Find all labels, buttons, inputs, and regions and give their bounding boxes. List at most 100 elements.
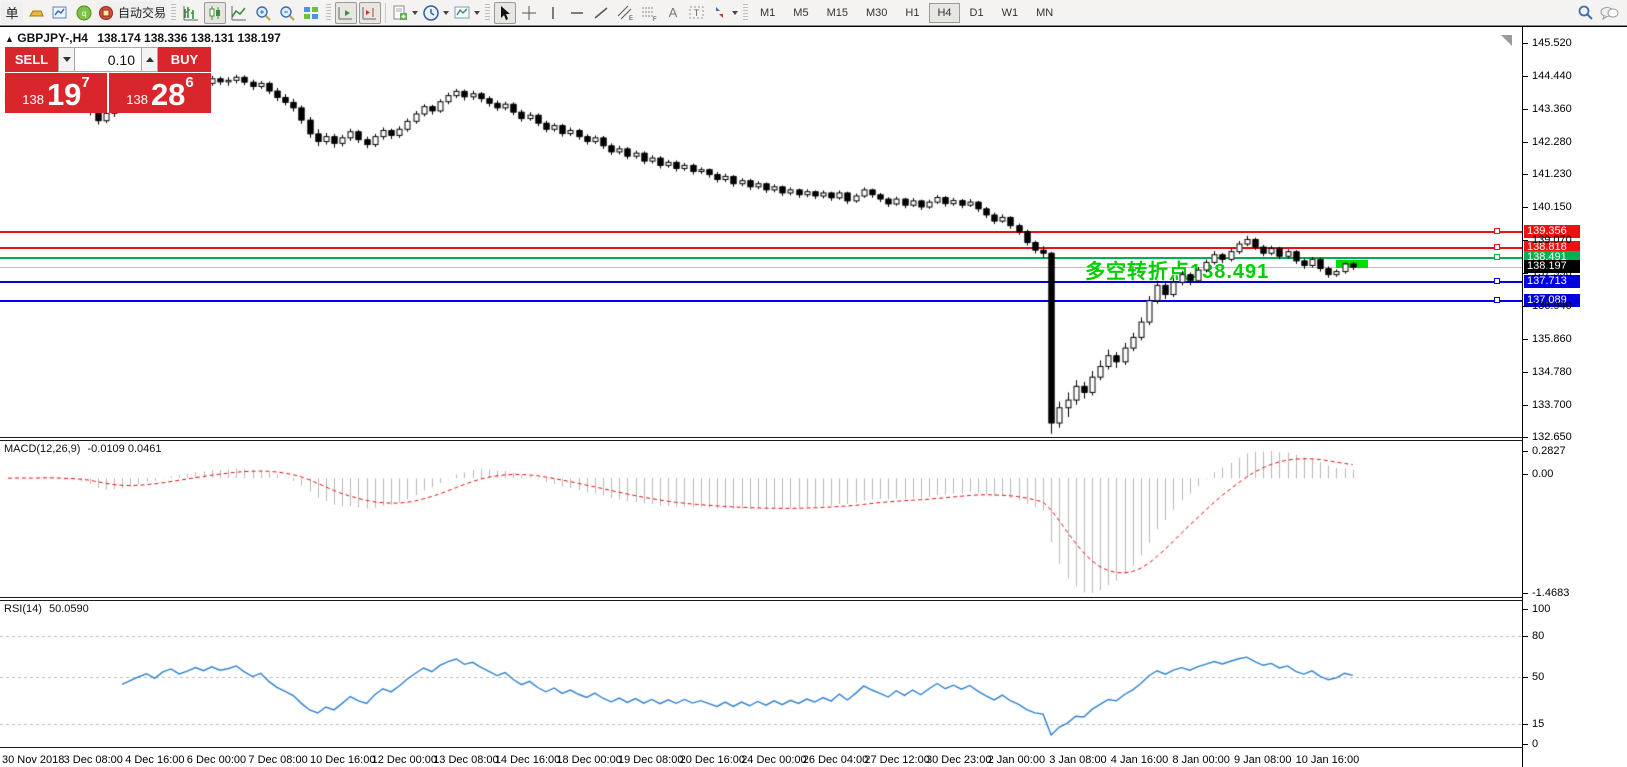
buy-button[interactable]: BUY xyxy=(158,47,211,72)
buy-price-prefix: 138 xyxy=(126,90,148,110)
volume-input[interactable] xyxy=(75,47,141,72)
quote-values: 138.174 138.336 138.131 138.197 xyxy=(97,31,281,45)
pane-splitter-rsi[interactable] xyxy=(0,597,1522,601)
price-tick-133.700-dash xyxy=(1523,405,1528,406)
price-tick-145.520: 145.520 xyxy=(1532,37,1572,49)
macd-tick-zero: 0.00 xyxy=(1532,468,1553,480)
new-order-button[interactable]: 单 xyxy=(1,2,23,24)
price-tick-140.150: 140.150 xyxy=(1532,201,1572,213)
down-triangle-icon xyxy=(63,57,71,62)
candlestick-chart-button[interactable] xyxy=(204,2,226,24)
price-axis[interactable]: 139.356138.818138.491138.197137.713137.0… xyxy=(1522,27,1627,767)
chart-shift-button[interactable] xyxy=(359,2,381,24)
price-tick-134.780-dash xyxy=(1523,372,1528,373)
chart-plot-area[interactable]: 多空转折点138.491 ▲ GBPJPY-,H4 138.174 138.33… xyxy=(0,27,1522,767)
macd-tick-zero-dash xyxy=(1523,474,1528,475)
vertical-line-tool-button[interactable] xyxy=(542,2,564,24)
auto-scroll-button[interactable] xyxy=(335,2,357,24)
sell-price-display[interactable]: 138 19 7 xyxy=(5,73,107,113)
equidistant-channel-tool-button[interactable]: E xyxy=(614,2,636,24)
new-chart-icon[interactable] xyxy=(49,2,71,24)
sell-price-sup: 7 xyxy=(81,77,89,89)
text-label-tool-button[interactable]: T xyxy=(686,2,708,24)
pane-splitter-macd[interactable] xyxy=(0,437,1522,441)
price-tick-141.230-dash xyxy=(1523,174,1528,175)
timeframe-button-m1[interactable]: M1 xyxy=(752,3,783,23)
price-tick-136.940-dash xyxy=(1523,306,1528,307)
autotrading-button[interactable]: 自动交易 xyxy=(97,2,167,24)
rsi-tick-80-dash xyxy=(1523,636,1528,637)
price-tick-133.700: 133.700 xyxy=(1532,399,1572,411)
arrows-tool-button[interactable] xyxy=(710,2,739,24)
crosshair-tool-button[interactable] xyxy=(518,2,540,24)
volume-up-button[interactable] xyxy=(141,47,158,72)
macd-tick-min-dash xyxy=(1523,593,1528,594)
time-axis[interactable]: 30 Nov 20183 Dec 08:004 Dec 16:006 Dec 0… xyxy=(0,747,1522,767)
gold-bar-icon[interactable] xyxy=(25,2,47,24)
cursor-tool-button[interactable] xyxy=(494,2,516,24)
arrows-dropdown-caret[interactable] xyxy=(732,11,738,15)
zoom-in-button[interactable] xyxy=(252,2,274,24)
chat-icon[interactable] xyxy=(1598,2,1620,24)
buy-price-display[interactable]: 138 28 6 xyxy=(109,73,211,113)
timeframe-group: M1M5M15M30H1H4D1W1MN xyxy=(751,3,1062,23)
periods-button[interactable] xyxy=(421,2,450,24)
indicators-dropdown-caret[interactable] xyxy=(412,11,418,15)
time-label-20: 9 Jan 08:00 xyxy=(1234,754,1292,766)
rsi-tick-50: 50 xyxy=(1532,671,1544,683)
one-click-trading-panel: SELL BUY 138 19 7 138 28 xyxy=(5,47,211,113)
svg-text:q: q xyxy=(82,9,86,18)
chart-window: 多空转折点138.491 ▲ GBPJPY-,H4 138.174 138.33… xyxy=(0,26,1627,767)
time-label-19: 8 Jan 00:00 xyxy=(1172,754,1230,766)
sell-button[interactable]: SELL xyxy=(5,47,58,72)
timeframe-button-h1[interactable]: H1 xyxy=(897,3,927,23)
sell-price-prefix: 138 xyxy=(22,90,44,110)
candlestick-chart-canvas[interactable] xyxy=(0,27,1522,767)
time-label-15: 30 Dec 23:00 xyxy=(926,754,991,766)
timeframe-button-m15[interactable]: M15 xyxy=(819,3,856,23)
templates-dropdown-caret[interactable] xyxy=(474,11,480,15)
time-label-18: 4 Jan 16:00 xyxy=(1111,754,1169,766)
price-tick-137.990-dash xyxy=(1523,273,1528,274)
timeframe-button-m30[interactable]: M30 xyxy=(858,3,895,23)
price-tick-142.280-dash xyxy=(1523,142,1528,143)
templates-button[interactable] xyxy=(452,2,481,24)
timeframe-button-h4[interactable]: H4 xyxy=(929,3,959,23)
toolbar-grip xyxy=(171,4,176,22)
price-tick-144.440: 144.440 xyxy=(1532,70,1572,82)
fibonacci-tool-button[interactable]: F xyxy=(638,2,660,24)
time-label-8: 14 Dec 16:00 xyxy=(495,754,560,766)
tile-windows-button[interactable] xyxy=(300,2,322,24)
price-tick-135.860-dash xyxy=(1523,339,1528,340)
volume-down-button[interactable] xyxy=(58,47,75,72)
timeframe-button-mn[interactable]: MN xyxy=(1028,3,1061,23)
toolbar-grip xyxy=(485,4,490,22)
time-label-4: 7 Dec 08:00 xyxy=(248,754,307,766)
autotrading-label: 自动交易 xyxy=(118,4,166,21)
search-icon[interactable] xyxy=(1574,2,1596,24)
timeframe-button-m5[interactable]: M5 xyxy=(785,3,816,23)
rsi-tick-15-dash xyxy=(1523,724,1528,725)
bar-chart-button[interactable] xyxy=(180,2,202,24)
price-tick-143.360: 143.360 xyxy=(1532,103,1572,115)
line-chart-button[interactable] xyxy=(228,2,250,24)
time-label-10: 19 Dec 08:00 xyxy=(618,754,683,766)
periods-dropdown-caret[interactable] xyxy=(443,11,449,15)
collapse-icon[interactable]: ▲ xyxy=(5,34,14,44)
zoom-out-button[interactable] xyxy=(276,2,298,24)
trendline-tool-button[interactable] xyxy=(590,2,612,24)
price-tick-132.650: 132.650 xyxy=(1532,431,1572,443)
price-tick-139.070: 139.070 xyxy=(1532,234,1572,246)
timeframe-button-d1[interactable]: D1 xyxy=(962,3,992,23)
chart-shift-marker[interactable] xyxy=(1501,35,1512,46)
time-label-16: 2 Jan 00:00 xyxy=(988,754,1046,766)
signals-icon[interactable]: q xyxy=(73,2,95,24)
rsi-tick-50-dash xyxy=(1523,677,1528,678)
horizontal-line-tool-button[interactable] xyxy=(566,2,588,24)
timeframe-button-w1[interactable]: W1 xyxy=(994,3,1027,23)
price-tick-144.440-dash xyxy=(1523,76,1528,77)
macd-tick-max: 0.2827 xyxy=(1532,445,1566,457)
indicators-button[interactable] xyxy=(390,2,419,24)
text-tool-button[interactable]: A xyxy=(662,2,684,24)
time-label-1: 3 Dec 08:00 xyxy=(64,754,123,766)
